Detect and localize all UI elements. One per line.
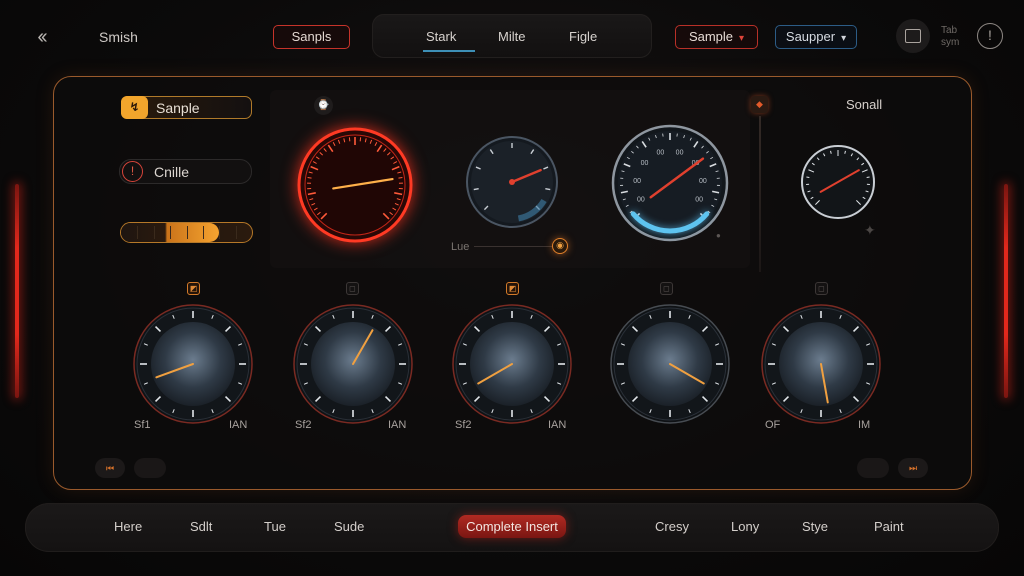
gauge-tick [844, 150, 846, 154]
right-side-light [1004, 184, 1008, 398]
knob-1-label-right: IAN [229, 419, 248, 431]
gauge-scale-label: 00 [657, 149, 665, 156]
slider-tick [219, 226, 221, 239]
tap-text-line-2: sym [941, 37, 960, 48]
gauge-tick [307, 176, 312, 179]
nav-cresy[interactable]: Cresy [655, 519, 689, 534]
gauge-scale-label: 00 [699, 178, 707, 185]
chille-button-label: Cnille [154, 164, 190, 180]
gauge-scale-label: 00 [633, 178, 641, 185]
warning-icon[interactable]: ◆ [751, 96, 768, 113]
gauge-tick [545, 187, 551, 191]
chille-button[interactable]: ! Cnille [119, 159, 252, 184]
dial-gauge-4 [801, 145, 875, 219]
knob-1-badge[interactable]: ◩ [187, 282, 200, 295]
lue-track [474, 246, 552, 247]
nav-paint[interactable]: Paint [874, 519, 904, 534]
pager-dot[interactable] [857, 458, 889, 478]
gauge-tick [398, 176, 403, 179]
knob-2[interactable] [292, 303, 414, 425]
sample-button-label: Sanple [156, 100, 200, 116]
gauge-tick [830, 150, 832, 154]
gauge-scale-label: 00 [676, 149, 684, 156]
gauge-hub [509, 179, 515, 185]
dial-gauge-3: 0000000000000000 [611, 124, 729, 242]
slider-tick [153, 226, 155, 239]
nav-sude[interactable]: Sude [334, 519, 364, 534]
alert-icon: ! [122, 161, 143, 182]
nav-sdlt[interactable]: Sdlt [190, 519, 212, 534]
chevron-down-icon: ▾ [841, 33, 847, 44]
pager-dot[interactable] [134, 458, 166, 478]
slider-tick [137, 226, 139, 239]
knob-5-label-right: IM [858, 419, 871, 431]
info-icon[interactable]: ! [977, 23, 1003, 49]
sample-dropdown-value: Sample [688, 29, 734, 44]
window-icon-button[interactable] [896, 19, 930, 53]
knob-1[interactable] [132, 303, 254, 425]
next-button[interactable]: ⏭ [898, 458, 928, 478]
tap-text-line-1: Tab [941, 25, 958, 36]
window-icon [905, 29, 921, 43]
app-title: Smish [99, 29, 138, 45]
tab-milte[interactable]: Milte [498, 29, 525, 44]
knob-2-label-left: Sf2 [295, 419, 312, 431]
chevron-down-icon: ▾ [739, 33, 745, 44]
slider-tick [235, 226, 237, 239]
left-side-light [15, 184, 19, 398]
bolt-icon: ↯ [121, 96, 148, 119]
red-glow-gauge [297, 127, 413, 243]
knob-3-badge[interactable]: ◩ [506, 282, 519, 295]
nav-tue[interactable]: Tue [264, 519, 286, 534]
nav-lony[interactable]: Lony [731, 519, 759, 534]
knob-2-badge[interactable]: ◻ [346, 282, 359, 295]
gauge-tick [473, 187, 479, 191]
level-slider[interactable] [120, 222, 253, 243]
samples-button[interactable]: Sanpls [273, 25, 350, 49]
gauge-scale-label: 00 [637, 197, 645, 204]
knob-5-badge[interactable]: ◻ [815, 282, 828, 295]
slider-tick [202, 226, 204, 239]
lue-knob[interactable]: ◉ [552, 238, 568, 254]
knob-5-label-left: OF [765, 419, 781, 431]
sample-dropdown[interactable]: Sample ▾ [675, 25, 758, 49]
divider [759, 116, 761, 272]
small-label: Sonall [846, 97, 883, 112]
nav-stye[interactable]: Stye [802, 519, 828, 534]
saupper-dropdown[interactable]: Saupper ▾ [775, 25, 857, 49]
nav-here[interactable]: Here [114, 519, 142, 534]
gauge-scale-label: 00 [641, 160, 649, 167]
knob-3-label-right: IAN [548, 419, 567, 431]
slider-tick [170, 226, 172, 239]
knob-4-badge[interactable]: ◻ [660, 282, 673, 295]
sparkle-icon: ✦ [864, 222, 876, 238]
knob-3[interactable] [451, 303, 573, 425]
tap-text: Tab sym [941, 25, 959, 49]
tab-stark[interactable]: Stark [426, 29, 456, 44]
gauge-scale-label: 00 [695, 197, 703, 204]
active-tab-indicator [423, 50, 475, 52]
knob-3-label-left: Sf2 [455, 419, 472, 431]
back-button[interactable]: ‹‹ [28, 26, 54, 48]
knob-5[interactable] [760, 303, 882, 425]
lue-label: Lue [451, 241, 470, 253]
knob-4[interactable] [609, 303, 731, 425]
sample-button[interactable]: ↯ Sanple [121, 96, 252, 119]
nav-complete-insert[interactable]: Complete Insert [458, 515, 566, 538]
slider-tick [186, 226, 188, 239]
tab-figle[interactable]: Figle [569, 29, 597, 44]
dial-gauge-2 [466, 136, 558, 228]
knob-1-label-left: Sf1 [134, 419, 151, 431]
knob-2-label-right: IAN [388, 419, 407, 431]
prev-button[interactable]: ⏮ [95, 458, 125, 478]
saupper-dropdown-value: Saupper [785, 29, 836, 44]
clock-icon: ⌚ [314, 96, 333, 115]
